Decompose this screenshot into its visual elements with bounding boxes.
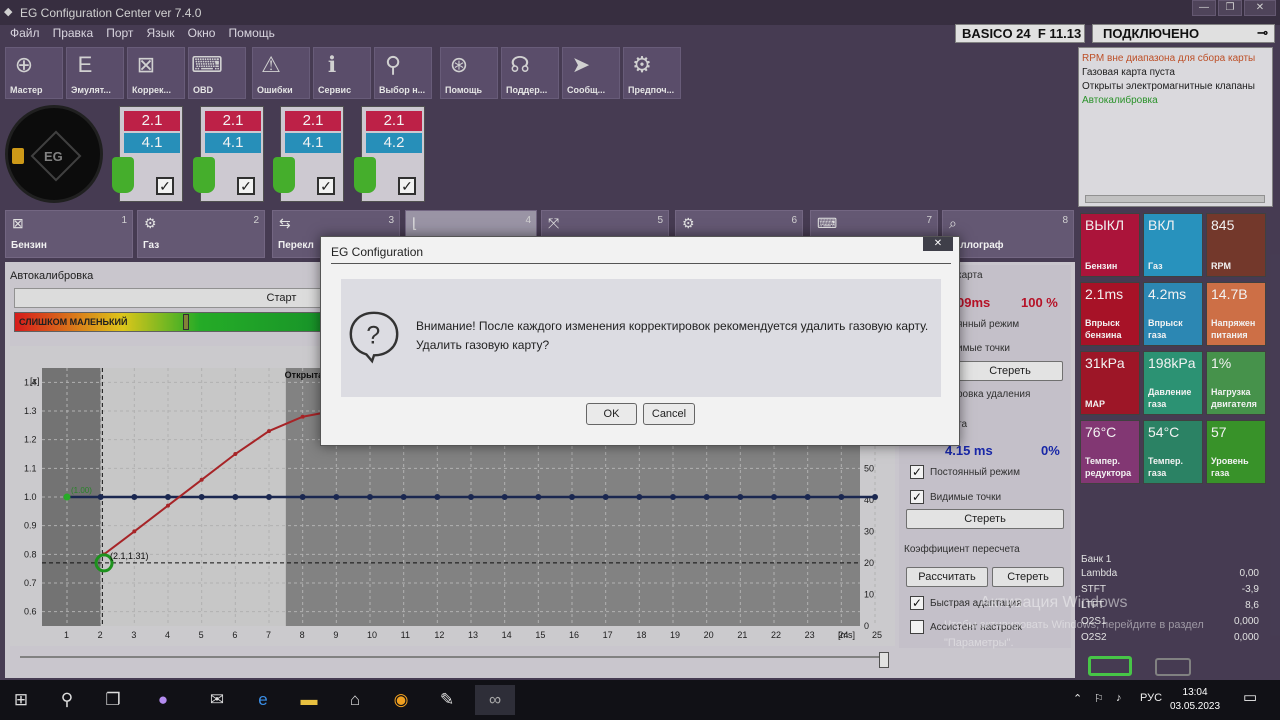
explorer-icon[interactable]: ▬ bbox=[294, 685, 324, 715]
store-icon[interactable]: ⌂ bbox=[340, 685, 370, 715]
edge-icon[interactable]: e bbox=[248, 685, 278, 715]
dialog-line2: Удалить газовую карту? bbox=[416, 338, 550, 352]
mail-icon[interactable]: ✉ bbox=[202, 685, 232, 715]
dialog-line1: Внимание! После каждого изменения коррек… bbox=[416, 319, 929, 333]
clock[interactable]: 13:04 03.05.2023 bbox=[1170, 686, 1220, 714]
eg-app-taskbar-icon[interactable]: ∞ bbox=[475, 685, 515, 715]
svg-text:?: ? bbox=[366, 322, 380, 350]
dialog-divider bbox=[331, 263, 951, 264]
pen-icon[interactable]: ✎ bbox=[432, 685, 462, 715]
clock-time: 13:04 bbox=[1182, 687, 1208, 698]
dialog-message: Внимание! После каждого изменения коррек… bbox=[416, 317, 946, 355]
question-icon: ? bbox=[349, 311, 399, 364]
language-indicator[interactable]: РУС bbox=[1140, 692, 1162, 704]
notification-icon[interactable]: ▭ bbox=[1243, 688, 1257, 706]
assistant-app-icon[interactable]: ● bbox=[148, 685, 178, 715]
clock-date: 03.05.2023 bbox=[1170, 701, 1221, 712]
dialog-close-icon[interactable]: ✕ bbox=[923, 237, 953, 251]
taskbar bbox=[0, 680, 1280, 720]
search-icon[interactable]: ⚲ bbox=[52, 685, 82, 715]
cancel-button[interactable]: Cancel bbox=[643, 403, 695, 425]
confirm-dialog: EG Configuration ✕ ? Внимание! После каж… bbox=[320, 236, 960, 446]
dialog-body: ? Внимание! После каждого изменения корр… bbox=[341, 279, 941, 397]
tray-chevron-icon[interactable]: ⌃ bbox=[1073, 692, 1082, 705]
ok-button[interactable]: OK bbox=[586, 403, 637, 425]
task-view-icon[interactable]: ❐ bbox=[98, 685, 128, 715]
browser-icon[interactable]: ◉ bbox=[386, 685, 416, 715]
windows-start-icon[interactable]: ⊞ bbox=[6, 685, 36, 715]
dialog-title: EG Configuration bbox=[331, 245, 424, 259]
network-icon[interactable]: ⚐ bbox=[1094, 692, 1104, 705]
volume-icon[interactable]: ♪ bbox=[1116, 692, 1122, 704]
